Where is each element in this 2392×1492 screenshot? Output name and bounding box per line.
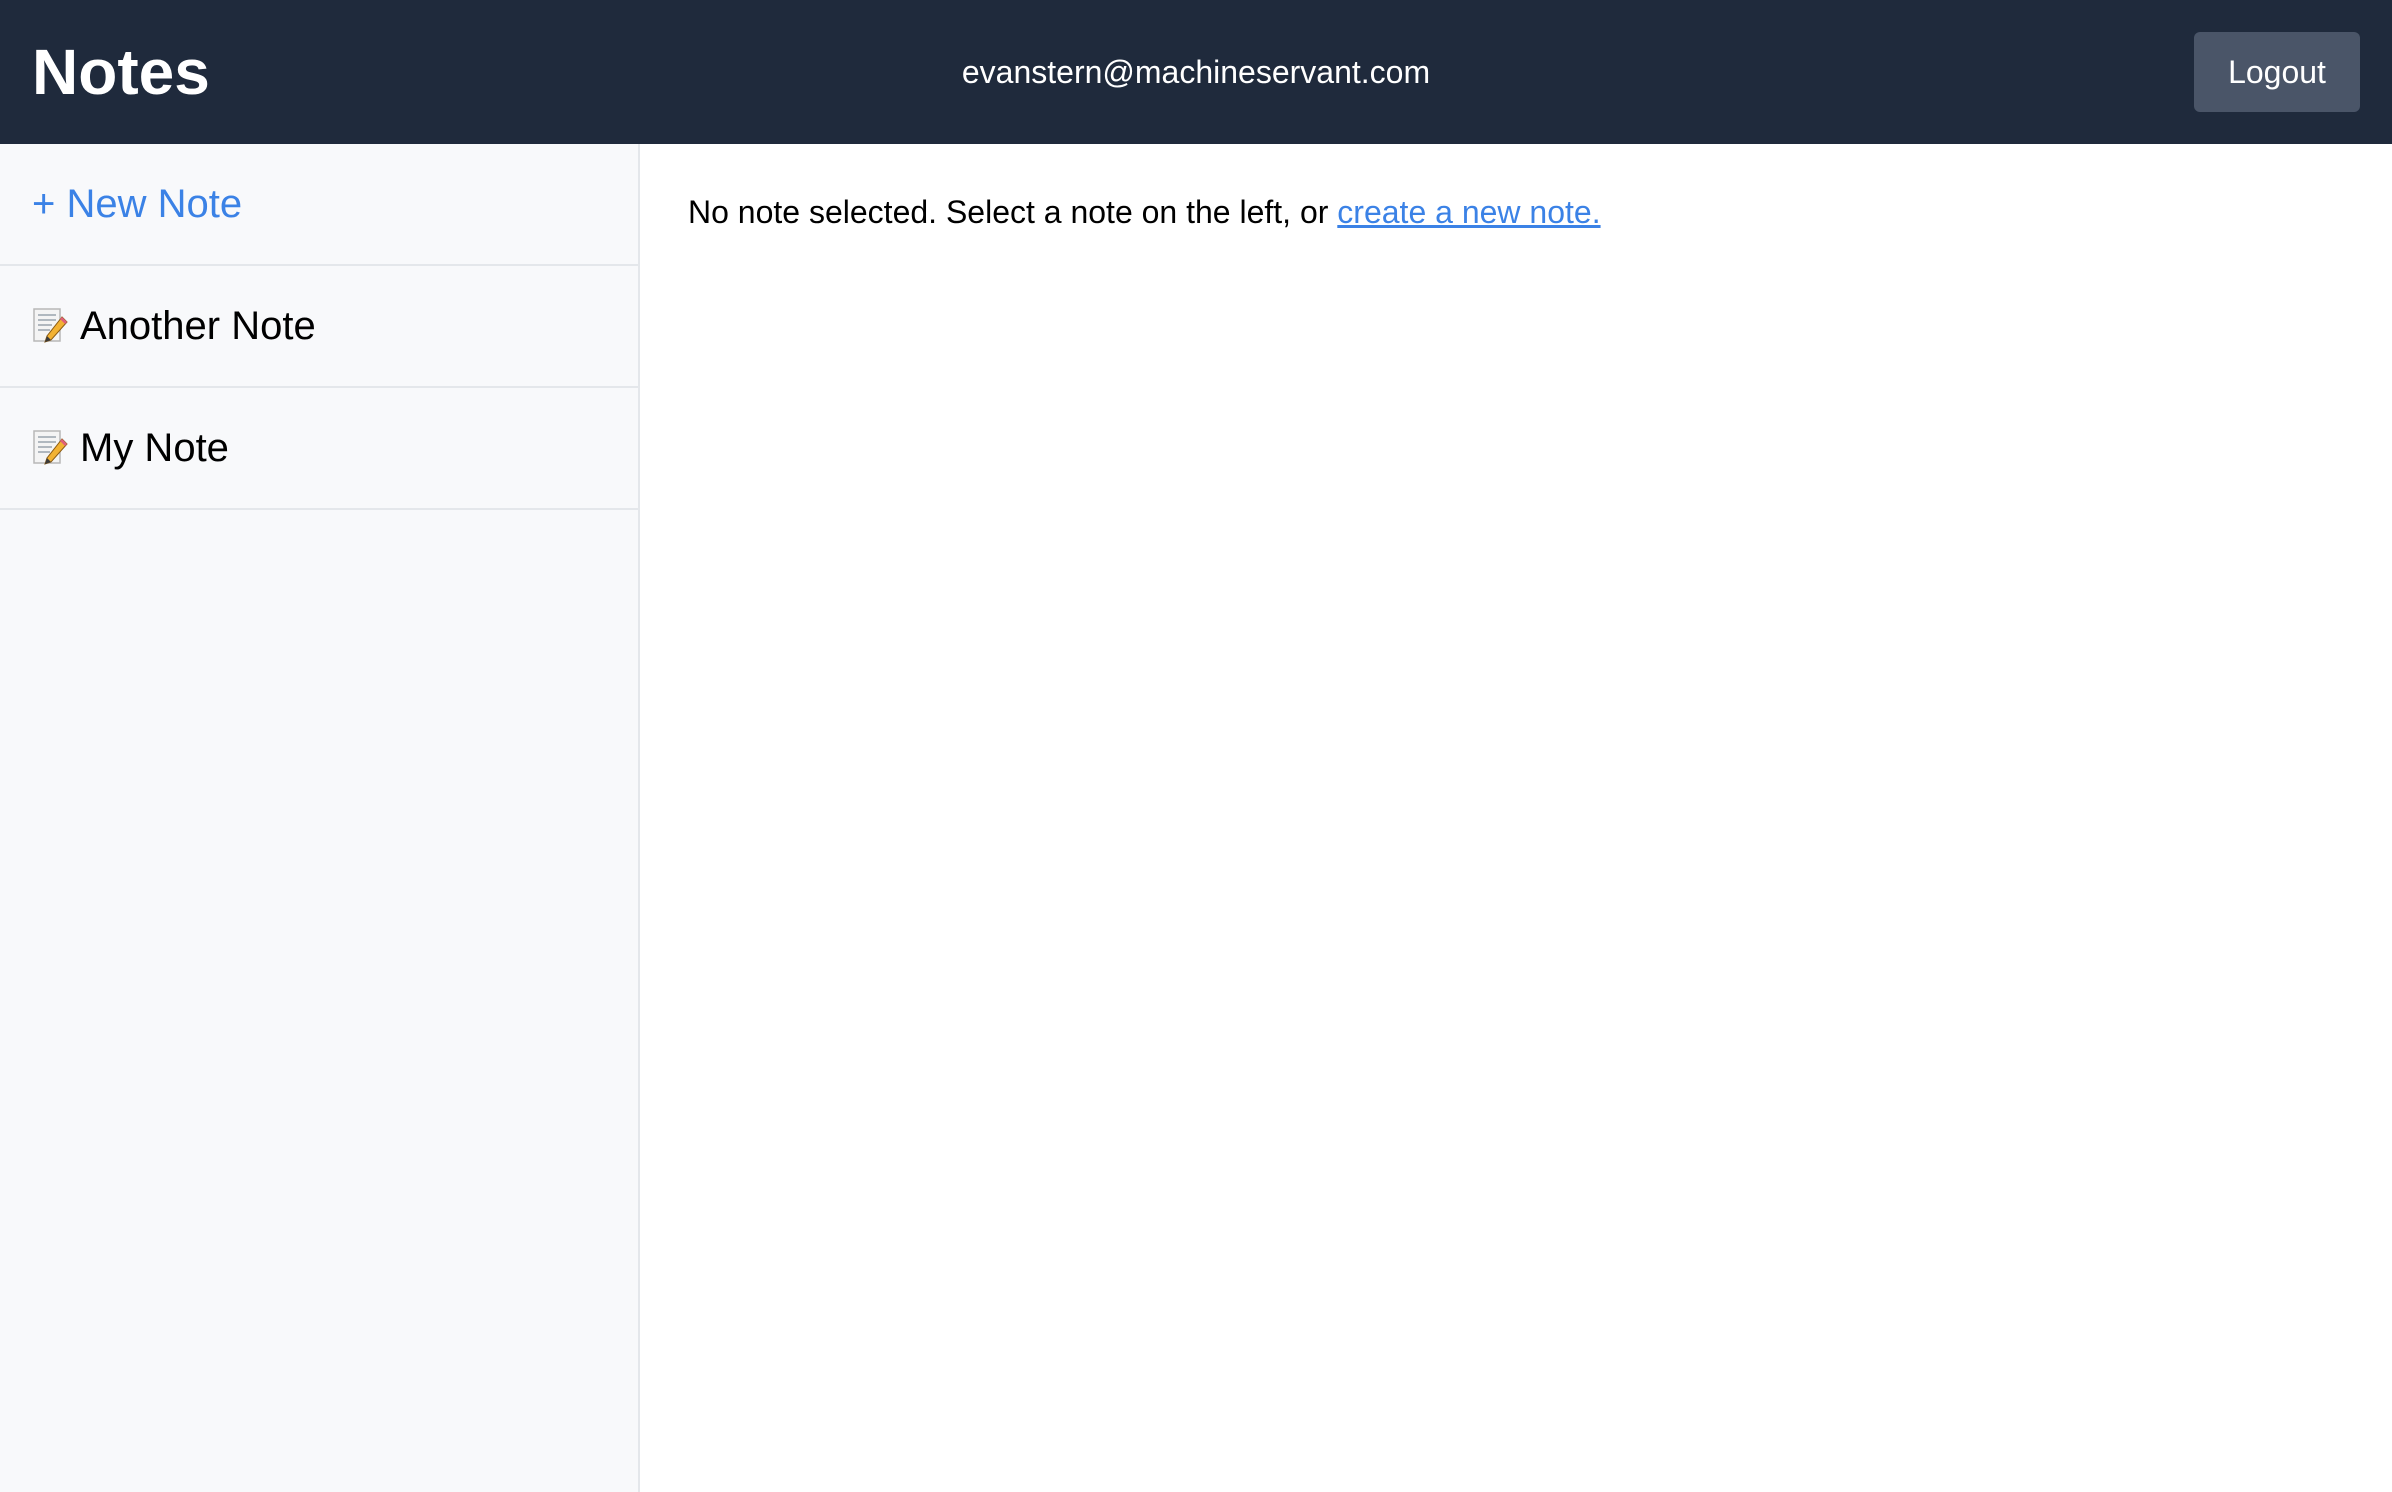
note-item-title: Another Note <box>80 303 316 348</box>
note-item-my-note[interactable]: My Note <box>0 388 638 510</box>
new-note-button[interactable]: + New Note <box>0 144 638 266</box>
note-item-title: My Note <box>80 425 229 470</box>
main-content: No note selected. Select a note on the l… <box>640 144 2392 1492</box>
empty-state-text: No note selected. Select a note on the l… <box>688 194 1338 230</box>
create-new-note-link[interactable]: create a new note. <box>1337 194 1600 230</box>
sidebar: + New Note Another Note My Note <box>0 144 640 1492</box>
empty-state-message: No note selected. Select a note on the l… <box>688 192 1601 232</box>
memo-icon <box>32 307 68 345</box>
app-header: Notes evanstern@machineservant.com Logou… <box>0 0 2392 144</box>
user-email: evanstern@machineservant.com <box>961 54 1431 90</box>
logout-button[interactable]: Logout <box>2194 32 2360 112</box>
note-item-another-note[interactable]: Another Note <box>0 266 638 388</box>
memo-icon <box>32 429 68 467</box>
app-title: Notes <box>32 36 210 108</box>
